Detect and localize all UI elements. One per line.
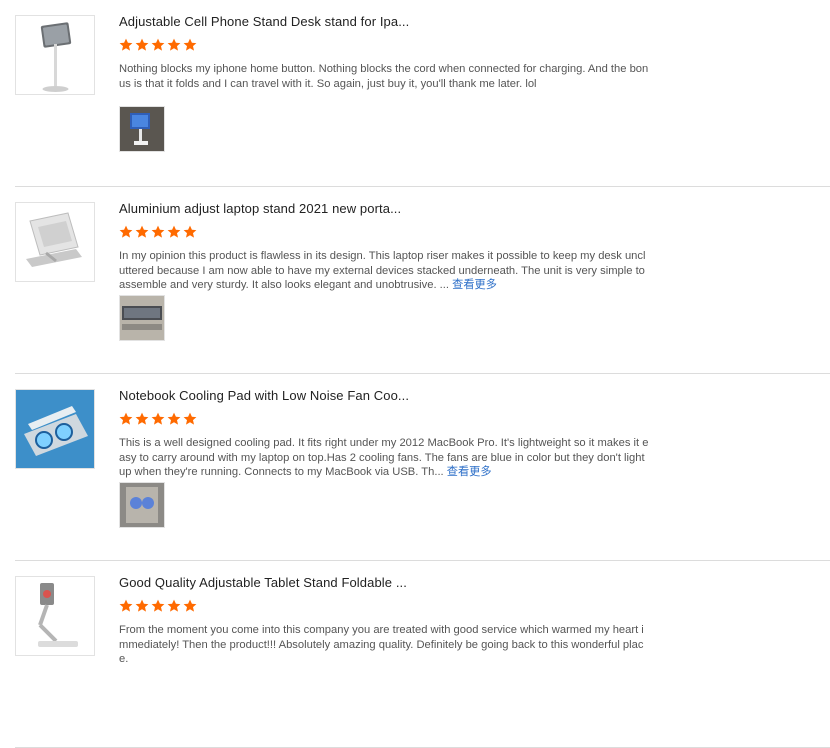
- star-icon: [167, 225, 181, 239]
- product-thumbnail[interactable]: [15, 202, 95, 282]
- product-thumbnail[interactable]: [15, 576, 95, 656]
- review-text: Nothing blocks my iphone home button. No…: [119, 62, 649, 91]
- rating-stars: [119, 599, 199, 613]
- star-icon: [151, 225, 165, 239]
- star-icon: [167, 412, 181, 426]
- star-icon: [135, 38, 149, 52]
- rating-stars: [119, 412, 199, 426]
- review-text: In my opinion this product is flawless i…: [119, 249, 649, 293]
- rating-stars: [119, 225, 199, 239]
- see-more-link[interactable]: 查看更多: [452, 279, 497, 291]
- product-thumbnail[interactable]: [15, 15, 95, 95]
- product-thumbnail[interactable]: [15, 389, 95, 469]
- star-icon: [167, 599, 181, 613]
- review-text: From the moment you come into this compa…: [119, 623, 649, 667]
- star-icon: [183, 38, 197, 52]
- rating-stars: [119, 38, 199, 52]
- see-more-link[interactable]: 查看更多: [447, 466, 492, 478]
- review-body: In my opinion this product is flawless i…: [119, 250, 646, 291]
- star-icon: [151, 412, 165, 426]
- review-item: Notebook Cooling Pad with Low Noise Fan …: [15, 374, 830, 561]
- review-body: This is a well designed cooling pad. It …: [119, 437, 649, 478]
- review-item: Good Quality Adjustable Tablet Stand Fol…: [15, 561, 830, 748]
- review-item: Aluminium adjust laptop stand 2021 new p…: [15, 187, 830, 374]
- star-icon: [135, 412, 149, 426]
- product-title[interactable]: Good Quality Adjustable Tablet Stand Fol…: [119, 575, 407, 590]
- star-icon: [119, 225, 133, 239]
- review-item: Adjustable Cell Phone Stand Desk stand f…: [15, 0, 830, 187]
- star-icon: [183, 412, 197, 426]
- review-photo[interactable]: [119, 295, 165, 341]
- star-icon: [183, 225, 197, 239]
- product-title[interactable]: Adjustable Cell Phone Stand Desk stand f…: [119, 14, 409, 29]
- review-photo[interactable]: [119, 106, 165, 152]
- star-icon: [119, 599, 133, 613]
- review-photo[interactable]: [119, 482, 165, 528]
- star-icon: [167, 38, 181, 52]
- star-icon: [183, 599, 197, 613]
- star-icon: [135, 225, 149, 239]
- star-icon: [151, 599, 165, 613]
- review-body: Nothing blocks my iphone home button. No…: [119, 63, 649, 90]
- product-title[interactable]: Notebook Cooling Pad with Low Noise Fan …: [119, 388, 409, 403]
- star-icon: [135, 599, 149, 613]
- star-icon: [119, 412, 133, 426]
- review-body: From the moment you come into this compa…: [119, 624, 644, 665]
- star-icon: [151, 38, 165, 52]
- review-text: This is a well designed cooling pad. It …: [119, 436, 649, 480]
- product-title[interactable]: Aluminium adjust laptop stand 2021 new p…: [119, 201, 401, 216]
- star-icon: [119, 38, 133, 52]
